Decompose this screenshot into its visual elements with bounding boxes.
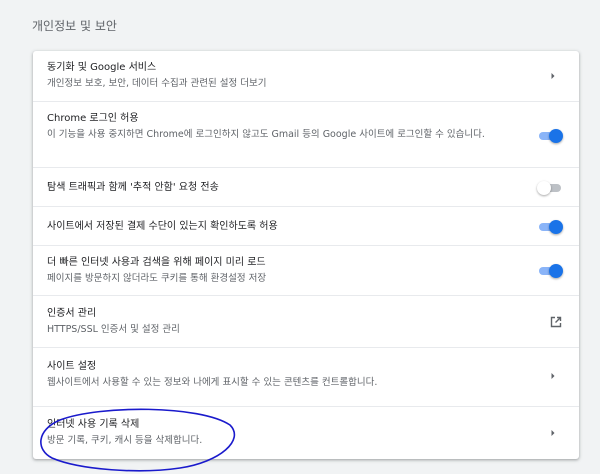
row-clear-browsing-data[interactable]: 인터넷 사용 기록 삭제 방문 기록, 쿠키, 캐시 등을 삭제합니다.: [33, 406, 579, 459]
section-title: 개인정보 및 보안: [32, 19, 117, 33]
row-label: 더 빠른 인터넷 사용과 검색을 위해 페이지 미리 로드: [47, 257, 266, 268]
chrome-signin-toggle[interactable]: [537, 128, 563, 144]
row-sublabel: 이 기능을 사용 중지하면 Chrome에 로그인하지 않고도 Gmail 등의…: [47, 129, 485, 140]
row-sublabel: 페이지를 방문하지 않더라도 쿠키를 통해 환경설정 저장: [47, 273, 267, 284]
chevron-right-icon[interactable]: [547, 370, 559, 382]
toggle-knob: [537, 181, 551, 195]
row-label: 동기화 및 Google 서비스: [47, 62, 157, 73]
row-sublabel: 방문 기록, 쿠키, 캐시 등을 삭제합니다.: [47, 435, 203, 446]
row-label: 탐색 트래픽과 함께 '추적 안함' 요청 전송: [47, 182, 219, 193]
row-sync-google-services[interactable]: 동기화 및 Google 서비스 개인정보 보호, 보안, 데이터 수집과 관련…: [33, 51, 579, 101]
privacy-security-card: 동기화 및 Google 서비스 개인정보 보호, 보안, 데이터 수집과 관련…: [33, 51, 579, 459]
row-label: 인증서 관리: [47, 308, 97, 319]
row-label: 인터넷 사용 기록 삭제: [47, 419, 140, 430]
chevron-right-icon[interactable]: [547, 427, 559, 439]
toggle-knob: [549, 129, 563, 143]
payment-methods-toggle[interactable]: [537, 219, 563, 235]
chevron-right-icon[interactable]: [547, 70, 559, 82]
row-label: 사이트 설정: [47, 361, 97, 372]
row-payment-methods[interactable]: 사이트에서 저장된 결제 수단이 있는지 확인하도록 허용: [33, 206, 579, 245]
row-sublabel: 개인정보 보호, 보안, 데이터 수집과 관련된 설정 더보기: [47, 78, 267, 89]
row-site-settings[interactable]: 사이트 설정 웹사이트에서 사용할 수 있는 정보와 나에게 표시할 수 있는 …: [33, 347, 579, 399]
row-label: 사이트에서 저장된 결제 수단이 있는지 확인하도록 허용: [47, 221, 278, 232]
toggle-knob: [549, 264, 563, 278]
open-in-new-icon[interactable]: [549, 315, 563, 329]
row-label: Chrome 로그인 허용: [47, 113, 139, 124]
row-preload-pages[interactable]: 더 빠른 인터넷 사용과 검색을 위해 페이지 미리 로드 페이지를 방문하지 …: [33, 245, 579, 295]
row-do-not-track[interactable]: 탐색 트래픽과 함께 '추적 안함' 요청 전송: [33, 167, 579, 206]
settings-page: 개인정보 및 보안 동기화 및 Google 서비스 개인정보 보호, 보안, …: [0, 0, 600, 474]
row-sublabel: 웹사이트에서 사용할 수 있는 정보와 나에게 표시할 수 있는 콘텐츠를 컨트…: [47, 377, 378, 388]
toggle-knob: [549, 220, 563, 234]
do-not-track-toggle[interactable]: [537, 180, 563, 196]
row-manage-certificates[interactable]: 인증서 관리 HTTPS/SSL 인증서 및 설정 관리: [33, 295, 579, 347]
row-sublabel: HTTPS/SSL 인증서 및 설정 관리: [47, 324, 180, 335]
row-chrome-signin[interactable]: Chrome 로그인 허용 이 기능을 사용 중지하면 Chrome에 로그인하…: [33, 101, 579, 167]
preload-pages-toggle[interactable]: [537, 263, 563, 279]
